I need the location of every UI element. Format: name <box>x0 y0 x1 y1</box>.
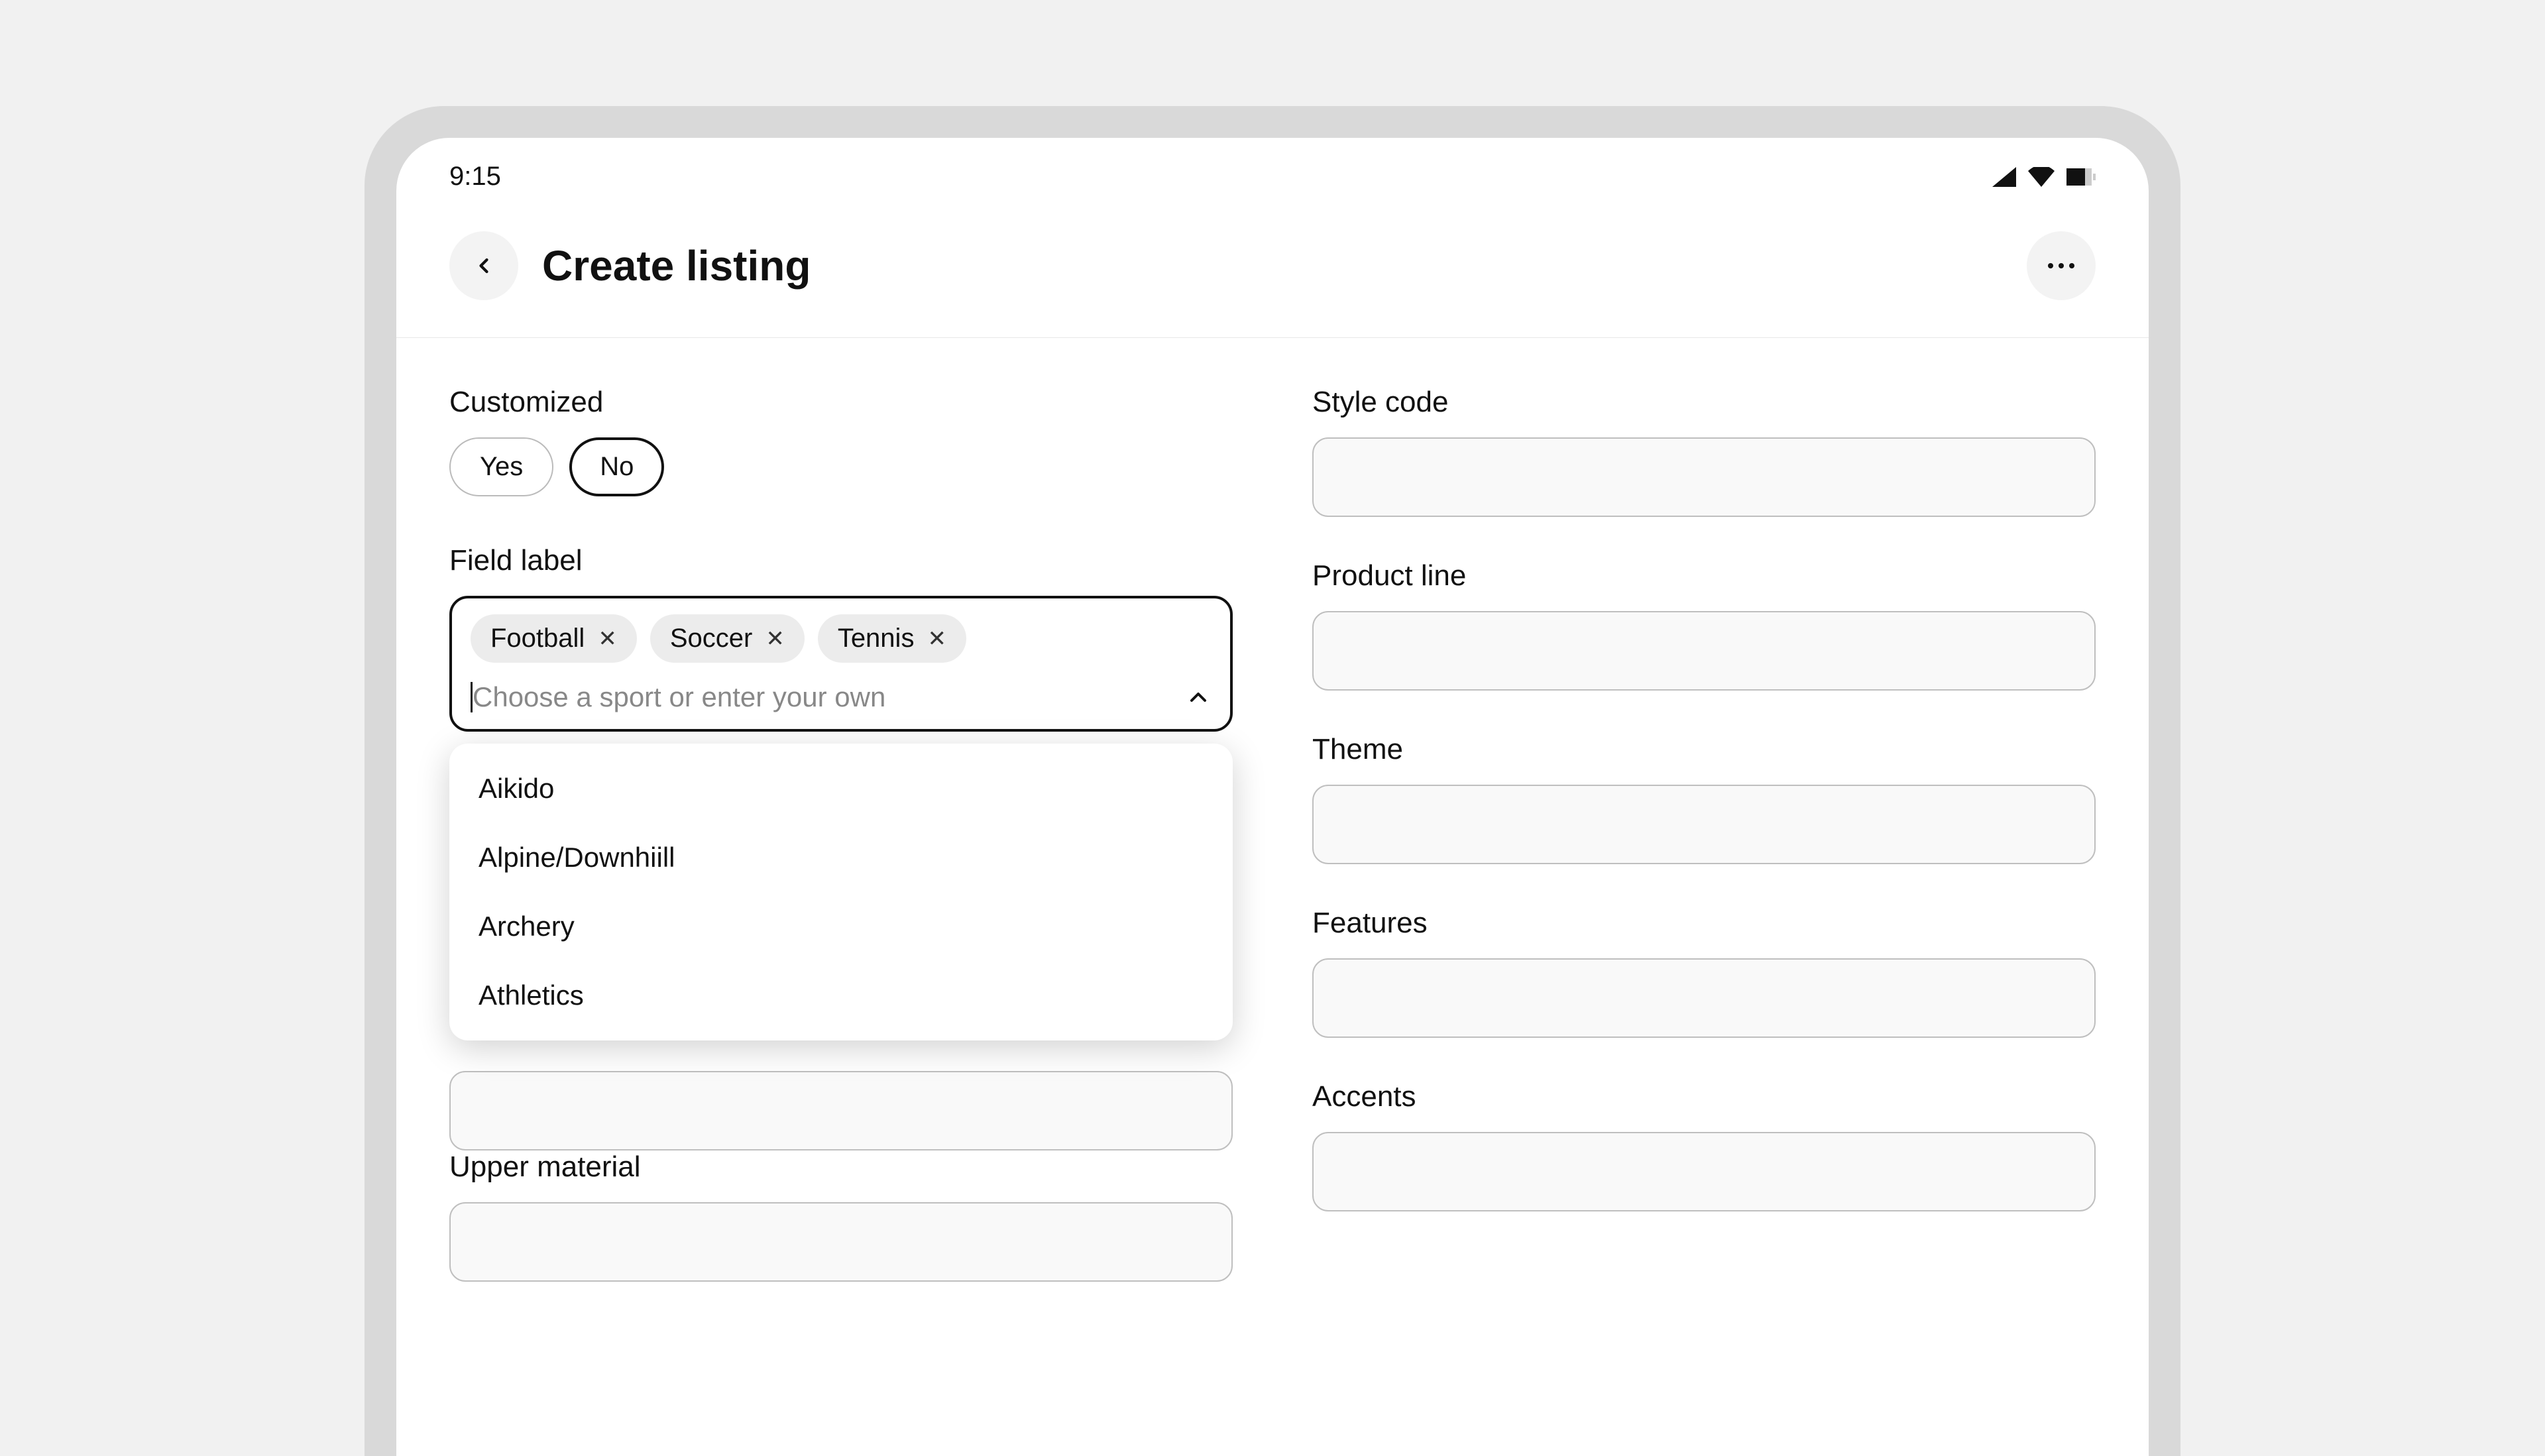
customized-no[interactable]: No <box>569 437 664 496</box>
customized-options: Yes No <box>449 437 1233 496</box>
sport-input[interactable] <box>473 681 1185 713</box>
status-bar: 9:15 <box>396 138 2149 192</box>
upper-material-input[interactable] <box>449 1202 1233 1282</box>
option-athletics[interactable]: Athletics <box>449 961 1233 1030</box>
chevron-up-icon[interactable] <box>1185 684 1212 710</box>
close-icon[interactable]: ✕ <box>765 626 785 652</box>
sport-combobox-wrap: Football ✕ Soccer ✕ Tennis ✕ <box>449 596 1233 732</box>
chip-label: Tennis <box>838 624 915 653</box>
battery-icon <box>2066 168 2096 186</box>
product-line-label: Product line <box>1312 559 2096 592</box>
chip-football[interactable]: Football ✕ <box>471 614 637 663</box>
chip-label: Football <box>490 624 585 653</box>
chip-soccer[interactable]: Soccer ✕ <box>650 614 805 663</box>
app-header: Create listing <box>396 192 2149 338</box>
chip-label: Soccer <box>670 624 753 653</box>
chevron-left-icon <box>472 254 496 278</box>
header-left: Create listing <box>449 231 811 300</box>
theme-input[interactable] <box>1312 785 2096 864</box>
close-icon[interactable]: ✕ <box>598 626 617 652</box>
signal-icon <box>1992 167 2016 187</box>
option-archery[interactable]: Archery <box>449 892 1233 961</box>
combobox-input-row <box>471 681 1212 713</box>
screen: 9:15 Create listing Customized <box>396 138 2149 1456</box>
back-button[interactable] <box>449 231 518 300</box>
left-column: Customized Yes No Field label Football ✕ <box>449 386 1233 1324</box>
input-with-caret <box>471 681 1185 713</box>
chip-tennis[interactable]: Tennis ✕ <box>818 614 966 663</box>
close-icon[interactable]: ✕ <box>927 626 946 652</box>
accents-input[interactable] <box>1312 1132 2096 1211</box>
chip-row: Football ✕ Soccer ✕ Tennis ✕ <box>471 614 1212 663</box>
status-icons <box>1992 167 2096 187</box>
upper-material-label: Upper material <box>449 1150 1233 1184</box>
right-column: Style code Product line Theme Features A… <box>1312 386 2096 1324</box>
obscured-field[interactable] <box>449 1071 1233 1150</box>
field-label-label: Field label <box>449 544 1233 577</box>
content: Customized Yes No Field label Football ✕ <box>396 338 2149 1324</box>
text-cursor <box>471 682 473 712</box>
sport-dropdown: Aikido Alpine/Downhiill Archery Athletic… <box>449 744 1233 1040</box>
wifi-icon <box>2028 167 2055 187</box>
option-aikido[interactable]: Aikido <box>449 754 1233 823</box>
status-time: 9:15 <box>449 162 501 192</box>
option-alpine[interactable]: Alpine/Downhiill <box>449 823 1233 892</box>
features-input[interactable] <box>1312 958 2096 1038</box>
accents-label: Accents <box>1312 1080 2096 1113</box>
style-code-input[interactable] <box>1312 437 2096 517</box>
product-line-input[interactable] <box>1312 611 2096 691</box>
customized-yes[interactable]: Yes <box>449 437 553 496</box>
style-code-label: Style code <box>1312 386 2096 419</box>
customized-label: Customized <box>449 386 1233 419</box>
features-label: Features <box>1312 907 2096 940</box>
more-horizontal-icon <box>2047 262 2076 269</box>
theme-label: Theme <box>1312 733 2096 766</box>
more-button[interactable] <box>2027 231 2096 300</box>
device-frame: 9:15 Create listing Customized <box>365 106 2180 1456</box>
page-title: Create listing <box>542 241 811 290</box>
sport-combobox[interactable]: Football ✕ Soccer ✕ Tennis ✕ <box>449 596 1233 732</box>
